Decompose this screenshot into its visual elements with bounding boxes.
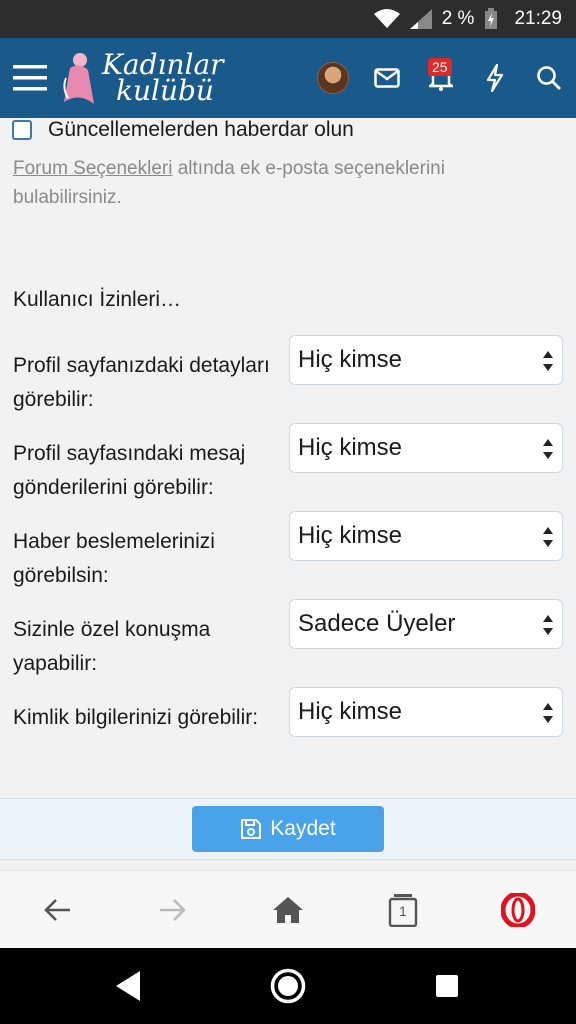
floppy-disk-icon xyxy=(241,819,262,839)
permission-label: Haber beslemelerinizi görebilsin: xyxy=(13,530,215,587)
opera-menu-button[interactable] xyxy=(488,871,548,949)
app-header: Kadınlar kulübü 25 xyxy=(0,38,576,118)
menu-button[interactable] xyxy=(0,38,60,118)
updates-checkbox[interactable] xyxy=(12,120,32,140)
select-arrows-icon xyxy=(543,703,553,723)
home-button[interactable] xyxy=(258,871,318,949)
tabs-button[interactable]: 1 xyxy=(373,871,433,949)
section-title: Kullanıcı İzinleri… xyxy=(13,288,182,311)
tab-count: 1 xyxy=(399,903,407,919)
permission-row: Profil sayfanızdaki detayları görebilir:… xyxy=(13,335,565,415)
select-arrows-icon xyxy=(543,351,553,371)
permission-select[interactable]: Hiç kimse xyxy=(289,687,563,737)
save-button[interactable]: Kaydet xyxy=(192,806,384,852)
email-options-help: Forum Seçenekleri altında ek e-posta seç… xyxy=(13,154,533,212)
arrow-left-icon xyxy=(44,899,70,921)
permission-row: Kimlik bilgilerinizi görebilir: Hiç kims… xyxy=(13,687,565,767)
envelope-icon xyxy=(374,68,400,88)
browser-toolbar: 1 xyxy=(0,870,576,948)
clock: 21:29 xyxy=(514,8,562,29)
arrow-right-icon xyxy=(160,899,186,921)
alerts-button[interactable]: 25 xyxy=(414,38,468,118)
updates-checkbox-row[interactable]: Güncellemelerden haberdar olun xyxy=(12,118,354,142)
save-button-label: Kaydet xyxy=(270,817,336,840)
system-recents-button[interactable] xyxy=(407,948,487,1024)
whats-new-button[interactable] xyxy=(468,38,522,118)
select-arrows-icon xyxy=(543,527,553,547)
permission-label: Sizinle özel konuşma yapabilir: xyxy=(13,618,211,675)
permission-label: Profil sayfasındaki mesaj gönderilerini … xyxy=(13,442,246,499)
site-logo[interactable]: Kadınlar kulübü xyxy=(60,38,224,118)
select-value: Hiç kimse xyxy=(298,522,403,549)
logo-figure-icon xyxy=(63,53,94,104)
back-button[interactable] xyxy=(28,871,88,949)
forum-options-link[interactable]: Forum Seçenekleri xyxy=(13,158,172,179)
alerts-badge: 25 xyxy=(428,58,452,76)
battery-percent: 2 % xyxy=(441,8,475,29)
circle-home-icon xyxy=(270,968,306,1004)
permission-row: Sizinle özel konuşma yapabilir: Sadece Ü… xyxy=(13,599,565,679)
select-value: Hiç kimse xyxy=(298,698,403,725)
lightning-icon xyxy=(486,64,504,92)
opera-logo-icon xyxy=(501,893,535,927)
avatar-button[interactable] xyxy=(306,38,360,118)
permission-select[interactable]: Hiç kimse xyxy=(289,423,563,473)
system-back-button[interactable] xyxy=(88,948,168,1024)
preferences-form: Güncellemelerden haberdar olun Forum Seç… xyxy=(0,118,576,800)
search-icon xyxy=(537,66,561,90)
wifi-icon xyxy=(373,9,400,29)
permission-select[interactable]: Sadece Üyeler xyxy=(289,599,563,649)
permission-row: Profil sayfasındaki mesaj gönderilerini … xyxy=(13,423,565,503)
permission-label: Kimlik bilgilerinizi görebilir: xyxy=(13,706,259,729)
system-nav-bar xyxy=(0,948,576,1024)
select-arrows-icon xyxy=(543,615,553,635)
home-icon xyxy=(273,897,303,923)
select-value: Hiç kimse xyxy=(298,346,403,373)
search-button[interactable] xyxy=(522,38,576,118)
permission-label: Profil sayfanızdaki detayları görebilir: xyxy=(13,354,270,411)
permission-select[interactable]: Hiç kimse xyxy=(289,511,563,561)
hamburger-icon xyxy=(13,65,47,91)
permission-row: Haber beslemelerinizi görebilsin: Hiç ki… xyxy=(13,511,565,591)
triangle-back-icon xyxy=(116,971,140,1001)
select-value: Sadece Üyeler xyxy=(298,610,456,637)
form-submit-bar: Kaydet xyxy=(0,798,576,860)
signal-icon xyxy=(409,9,432,29)
updates-checkbox-label[interactable]: Güncellemelerden haberdar olun xyxy=(48,118,354,142)
inbox-button[interactable] xyxy=(360,38,414,118)
square-recents-icon xyxy=(436,975,458,997)
logo-line2: kulübü xyxy=(116,74,214,107)
select-value: Hiç kimse xyxy=(298,434,403,461)
forward-button[interactable] xyxy=(142,871,202,949)
status-bar: 2 % 21:29 xyxy=(0,0,576,38)
select-arrows-icon xyxy=(543,439,553,459)
battery-charging-icon xyxy=(484,8,498,30)
permission-select[interactable]: Hiç kimse xyxy=(289,335,563,385)
system-home-button[interactable] xyxy=(248,948,328,1024)
avatar xyxy=(317,62,349,94)
